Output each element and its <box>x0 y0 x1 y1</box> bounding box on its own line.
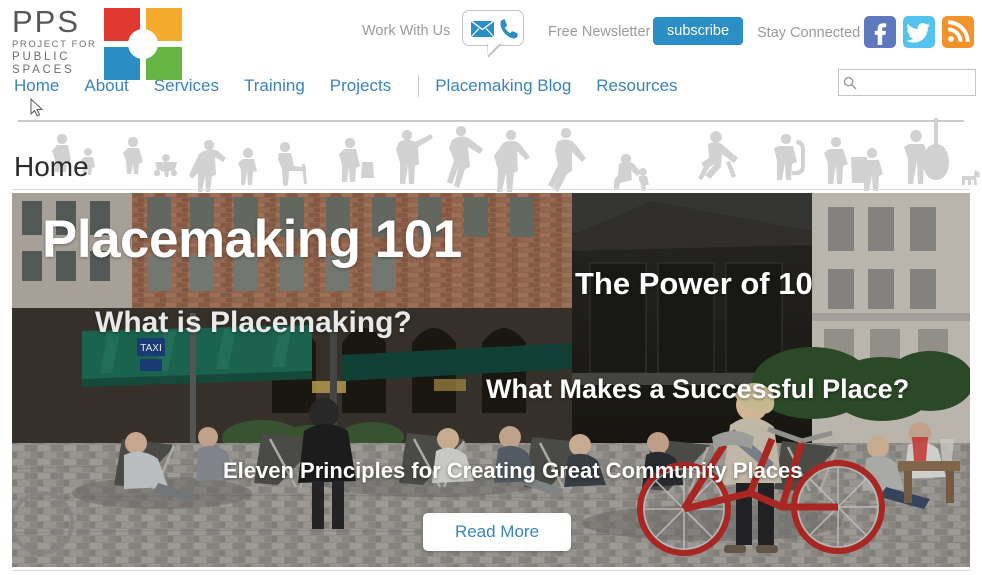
hero-banner: TAXI Placemaking 101 The Power of 10 Wha… <box>12 193 970 567</box>
hero-link-successful-place[interactable]: What Makes a Successful Place? <box>486 374 909 405</box>
nav-item-home[interactable]: Home <box>14 74 73 98</box>
bubble-tail-inner <box>488 44 499 55</box>
nav-item-resources[interactable]: Resources <box>596 74 691 98</box>
nav-item-services[interactable]: Services <box>154 74 233 98</box>
hero-link-what-is-placemaking[interactable]: What is Placemaking? <box>95 306 412 340</box>
hero-bottom-divider <box>12 570 970 571</box>
logo-line-2: PUBLIC <box>12 50 71 63</box>
envelope-icon[interactable] <box>470 19 495 38</box>
hero-link-power-of-10[interactable]: The Power of 10 <box>575 266 813 302</box>
page-title: Home <box>14 151 89 182</box>
pps-home-page: PPS PROJECT FOR PUBLIC SPACES Work With … <box>0 0 982 575</box>
nav-item-training[interactable]: Training <box>244 74 319 98</box>
search-box[interactable] <box>838 69 982 96</box>
hero-headline-placemaking-101[interactable]: Placemaking 101 <box>42 209 462 270</box>
hero-text-overlay: Placemaking 101 The Power of 10 What is … <box>12 193 970 567</box>
free-newsletter-label: Free Newsletter <box>548 24 651 40</box>
title-divider <box>12 189 970 190</box>
header-utility-bar: PPS PROJECT FOR PUBLIC SPACES Work With … <box>0 0 982 80</box>
subscribe-button[interactable]: subscribe <box>653 17 744 45</box>
logo-acronym: PPS <box>12 4 81 39</box>
search-icon <box>839 76 857 90</box>
nav-item-placemaking-blog[interactable]: Placemaking Blog <box>435 74 585 98</box>
logo-wordmark: PPS PROJECT FOR PUBLIC SPACES <box>12 5 96 77</box>
logo-center-circle <box>128 29 159 59</box>
mouse-cursor <box>30 97 44 123</box>
logo-pinwheel-icon <box>104 8 183 80</box>
stay-connected-label: Stay Connected <box>757 25 861 41</box>
read-more-button[interactable]: Read More <box>423 513 571 551</box>
contact-bubble-button[interactable] <box>462 10 524 58</box>
main-navigation: Home About Services Training Projects Pl… <box>0 69 982 104</box>
phone-icon[interactable] <box>499 18 519 40</box>
site-logo[interactable]: PPS PROJECT FOR PUBLIC SPACES <box>12 5 183 80</box>
twitter-icon[interactable] <box>903 16 935 48</box>
hero-link-eleven-principles[interactable]: Eleven Principles for Creating Great Com… <box>223 458 803 484</box>
facebook-icon[interactable] <box>864 16 896 48</box>
people-silhouette-band <box>0 104 982 192</box>
nav-item-about[interactable]: About <box>84 74 142 98</box>
rss-icon[interactable] <box>942 16 974 48</box>
nav-item-projects[interactable]: Projects <box>330 74 405 98</box>
search-input[interactable] <box>857 75 982 90</box>
nav-divider <box>418 75 420 97</box>
work-with-us-label: Work With Us <box>362 23 451 39</box>
logo-line-1: PROJECT FOR <box>12 39 97 50</box>
nav-items: Home About Services Training Projects Pl… <box>14 74 703 98</box>
